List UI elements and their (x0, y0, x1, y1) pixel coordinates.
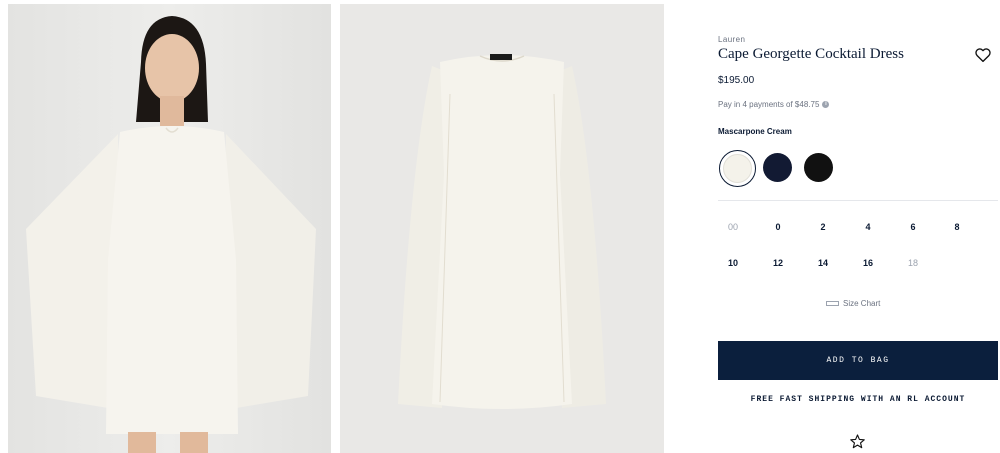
size-option-0[interactable]: 0 (763, 217, 793, 237)
size-chart-link[interactable]: Size Chart (826, 299, 880, 308)
product-title: Cape Georgette Cocktail Dress (718, 46, 904, 62)
size-option-6[interactable]: 6 (898, 217, 928, 237)
installments-text: Pay in 4 payments of $48.75 (718, 100, 820, 109)
add-to-bag-button[interactable]: ADD TO BAG (718, 341, 998, 380)
size-option-18[interactable]: 18 (898, 253, 928, 273)
shipping-message: FREE FAST SHIPPING WITH AN RL ACCOUNT (750, 395, 966, 404)
swatch-black[interactable] (801, 150, 838, 187)
star-icon[interactable] (849, 433, 866, 450)
size-option-14[interactable]: 14 (808, 253, 838, 273)
swatch-color-cream (723, 154, 752, 183)
model-illustration (26, 16, 316, 453)
size-option-10[interactable]: 10 (718, 253, 748, 273)
info-icon[interactable]: i (822, 101, 830, 108)
size-option-12[interactable]: 12 (763, 253, 793, 273)
ruler-icon (826, 301, 839, 306)
product-info-panel: Lauren Cape Georgette Cocktail Dress $19… (718, 0, 1000, 453)
swatch-mascarpone-cream[interactable] (719, 150, 756, 187)
swatch-navy[interactable] (760, 150, 797, 187)
dress-illustration (398, 54, 606, 409)
size-option-16[interactable]: 16 (853, 253, 883, 273)
product-image-model[interactable] (8, 4, 331, 453)
size-option-8[interactable]: 8 (942, 217, 972, 237)
size-option-00[interactable]: 00 (718, 217, 748, 237)
divider (718, 200, 998, 201)
size-option-2[interactable]: 2 (808, 217, 838, 237)
product-price: $195.00 (718, 75, 755, 86)
product-image-flat[interactable] (340, 4, 664, 453)
size-chart-label: Size Chart (843, 299, 881, 308)
heart-icon[interactable] (974, 46, 992, 64)
size-option-4[interactable]: 4 (853, 217, 883, 237)
swatch-color-black (804, 153, 833, 182)
brand-name: Lauren (718, 35, 746, 44)
swatch-color-navy (763, 153, 792, 182)
installments-info: Pay in 4 payments of $48.75 i (718, 100, 830, 109)
selected-color-name: Mascarpone Cream (718, 127, 792, 136)
